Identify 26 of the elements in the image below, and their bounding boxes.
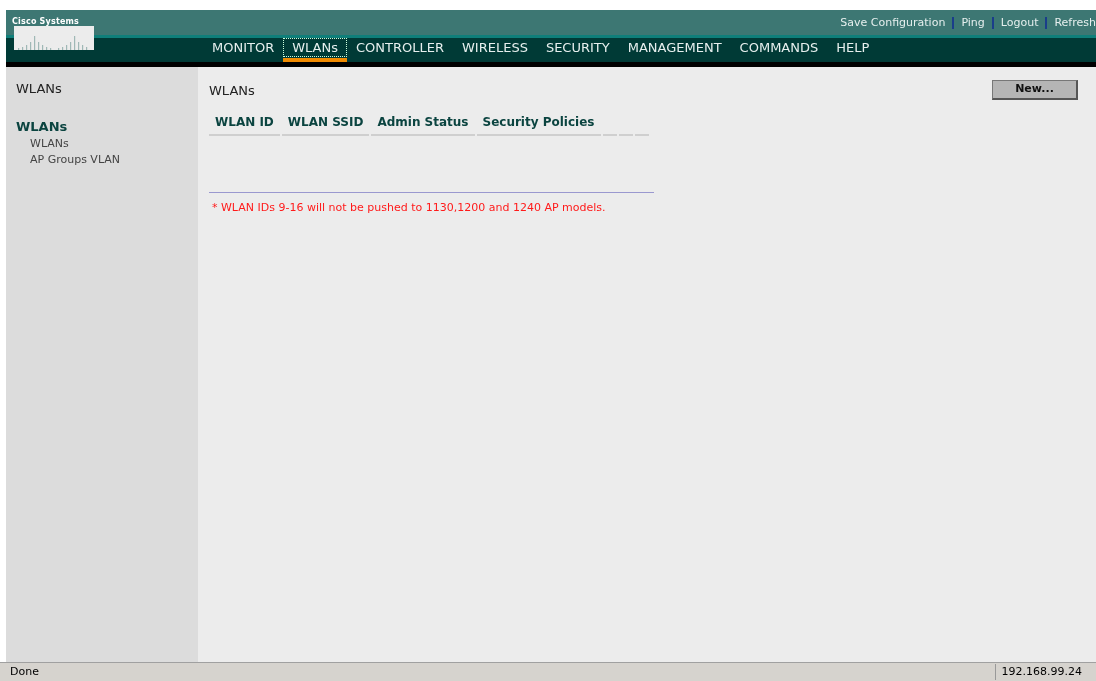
- logo-text: Cisco Systems: [12, 16, 80, 28]
- nav-tab[interactable]: SECURITY: [536, 38, 619, 62]
- nav-tab[interactable]: WIRELESS: [453, 38, 537, 62]
- logo-icon: [14, 26, 94, 50]
- sidebar-title: WLANs: [16, 80, 63, 98]
- sidebar-item[interactable]: WLANs: [30, 136, 198, 152]
- nav-tab[interactable]: COMMANDS: [730, 38, 828, 62]
- nav-tab[interactable]: MONITOR: [203, 38, 284, 62]
- sidebar-item[interactable]: AP Groups VLAN: [30, 152, 198, 168]
- column-header: Admin Status: [371, 112, 475, 136]
- new-button[interactable]: New...: [992, 80, 1078, 100]
- nav-tab[interactable]: MANAGEMENT: [618, 38, 731, 62]
- sidebar-section[interactable]: WLANs: [16, 116, 198, 136]
- column-header: Security Policies: [476, 112, 601, 136]
- header-link[interactable]: Ping: [961, 15, 985, 32]
- header-link[interactable]: Logout: [1000, 15, 1039, 32]
- page-title: WLANs: [209, 82, 255, 100]
- column-header: WLAN SSID: [281, 112, 370, 136]
- nav-tab[interactable]: HELP: [827, 38, 879, 62]
- column-header: WLAN ID: [209, 112, 280, 136]
- header-link[interactable]: Refresh: [1054, 15, 1096, 32]
- nav-tab[interactable]: CONTROLLER: [347, 38, 453, 62]
- status-address: 192.168.99.24: [994, 663, 1096, 681]
- header-link[interactable]: Save Configuration: [840, 15, 946, 32]
- warning-note: * WLAN IDs 9-16 will not be pushed to 1130,1200 and 1240 AP models.: [212, 199, 607, 216]
- status-text: Done: [10, 663, 39, 680]
